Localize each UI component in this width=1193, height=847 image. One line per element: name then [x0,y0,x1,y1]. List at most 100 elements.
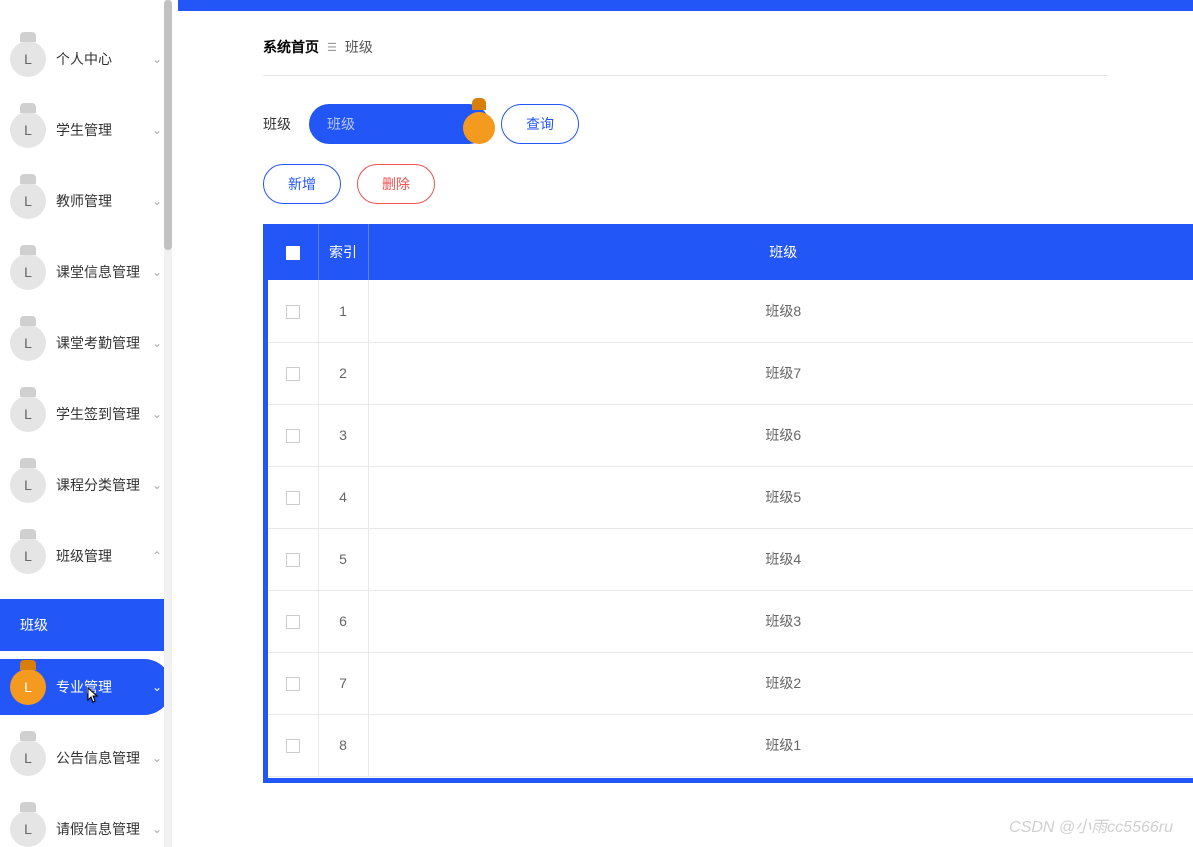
table-row: 6 班级3 [268,590,1193,652]
row-index: 7 [318,652,368,714]
row-checkbox[interactable] [286,677,300,691]
clock-icon: L [10,254,46,290]
clock-icon: L [10,538,46,574]
row-class-name: 班级4 [368,528,1193,590]
table-row: 7 班级2 [268,652,1193,714]
row-checkbox[interactable] [286,739,300,753]
pill-knob-icon [467,98,491,150]
clock-icon: L [10,41,46,77]
table-container: 索引 班级 1 班级8 2 班级7 3 班级6 4 班级5 5 班级4 6 班级… [263,224,1193,777]
class-input-wrap [309,104,489,144]
sidebar-item-label: 请假信息管理 [56,819,152,839]
sidebar-subitem-class[interactable]: 班级 [0,599,172,651]
row-class-name: 班级6 [368,404,1193,466]
main-content: 系统首页 ☰ 班级 班级 查询 新增 删除 索引 班级 [178,11,1193,847]
row-class-name: 班级3 [368,590,1193,652]
topbar [178,0,1193,11]
table-row: 2 班级7 [268,342,1193,404]
sidebar-item-signin[interactable]: L 学生签到管理 ⌄ [0,386,172,442]
table-row: 4 班级5 [268,466,1193,528]
row-checkbox[interactable] [286,305,300,319]
sidebar-item-class-info[interactable]: L 课堂信息管理 ⌄ [0,244,172,300]
filter-row: 班级 查询 [178,76,1193,144]
sidebar-item-label: 课程分类管理 [56,475,152,495]
table-row: 1 班级8 [268,280,1193,342]
sidebar-subitem-label: 班级 [20,615,48,635]
clock-icon: L [10,669,46,705]
row-class-name: 班级5 [368,466,1193,528]
chevron-down-icon: ⌄ [152,822,162,836]
clock-icon: L [10,112,46,148]
sidebar-item-label: 公告信息管理 [56,748,152,768]
row-checkbox[interactable] [286,553,300,567]
row-checkbox-cell [268,590,318,652]
class-table: 索引 班级 1 班级8 2 班级7 3 班级6 4 班级5 5 班级4 6 班级… [268,224,1193,777]
sidebar-item-attendance[interactable]: L 课堂考勤管理 ⌄ [0,315,172,371]
row-index: 5 [318,528,368,590]
sidebar-item-truncated[interactable] [0,0,172,16]
row-index: 6 [318,590,368,652]
clock-icon: L [10,811,46,847]
sidebar-item-label: 学生签到管理 [56,404,152,424]
sidebar-item-label: 个人中心 [56,49,152,69]
table-row: 5 班级4 [268,528,1193,590]
breadcrumb: 系统首页 ☰ 班级 [178,11,1193,75]
row-index: 4 [318,466,368,528]
row-checkbox[interactable] [286,491,300,505]
chevron-down-icon: ⌄ [152,194,162,208]
chevron-down-icon: ⌄ [152,478,162,492]
chevron-down-icon: ⌄ [152,336,162,350]
select-all-checkbox[interactable] [286,246,300,260]
delete-button[interactable]: 删除 [357,164,435,204]
sidebar-item-students[interactable]: L 学生管理 ⌄ [0,102,172,158]
row-class-name: 班级7 [368,342,1193,404]
row-checkbox[interactable] [286,615,300,629]
row-checkbox-cell [268,528,318,590]
watermark: CSDN @小雨cc5566ru [1009,813,1173,837]
clock-icon: L [10,183,46,219]
chevron-down-icon: ⌄ [152,52,162,66]
search-button[interactable]: 查询 [501,104,579,144]
action-row: 新增 删除 [178,144,1193,224]
sidebar-item-announcement[interactable]: L 公告信息管理 ⌄ [0,730,172,786]
sidebar-item-class-mgmt[interactable]: L 班级管理 ⌃ [0,528,172,584]
filter-label: 班级 [263,114,291,134]
sidebar-item-label: 学生管理 [56,120,152,140]
row-index: 3 [318,404,368,466]
chevron-down-icon: ⌄ [152,123,162,137]
row-checkbox-cell [268,466,318,528]
sidebar-item-label: 教师管理 [56,191,152,211]
row-index: 8 [318,714,368,776]
sidebar-item-course-category[interactable]: L 课程分类管理 ⌄ [0,457,172,513]
chevron-up-icon: ⌃ [152,549,162,563]
sidebar-scrollbar[interactable] [164,0,172,847]
table-row: 8 班级1 [268,714,1193,776]
add-button[interactable]: 新增 [263,164,341,204]
row-index: 2 [318,342,368,404]
row-class-name: 班级2 [368,652,1193,714]
row-checkbox-cell [268,280,318,342]
sidebar: L 个人中心 ⌄ L 学生管理 ⌄ L 教师管理 ⌄ L 课堂信息管理 ⌄ L … [0,0,172,847]
sidebar-item-leave[interactable]: L 请假信息管理 ⌄ [0,801,172,847]
sidebar-item-personal[interactable]: L 个人中心 ⌄ [0,31,172,87]
clock-icon: L [10,396,46,432]
sidebar-item-major[interactable]: L 专业管理 ⌄ [0,659,172,715]
sidebar-item-label: 课堂考勤管理 [56,333,152,353]
sidebar-item-label: 专业管理 [56,677,152,697]
breadcrumb-home[interactable]: 系统首页 [263,37,319,57]
sidebar-item-label: 课堂信息管理 [56,262,152,282]
clock-icon: L [10,740,46,776]
header-index: 索引 [318,224,368,280]
row-checkbox[interactable] [286,429,300,443]
row-checkbox-cell [268,342,318,404]
row-index: 1 [318,280,368,342]
chevron-down-icon: ⌄ [152,751,162,765]
class-input[interactable] [327,116,471,132]
chevron-down-icon: ⌄ [152,407,162,421]
row-checkbox[interactable] [286,367,300,381]
clock-icon: L [10,325,46,361]
row-checkbox-cell [268,652,318,714]
breadcrumb-current: 班级 [345,37,373,57]
sidebar-item-teachers[interactable]: L 教师管理 ⌄ [0,173,172,229]
row-checkbox-cell [268,404,318,466]
